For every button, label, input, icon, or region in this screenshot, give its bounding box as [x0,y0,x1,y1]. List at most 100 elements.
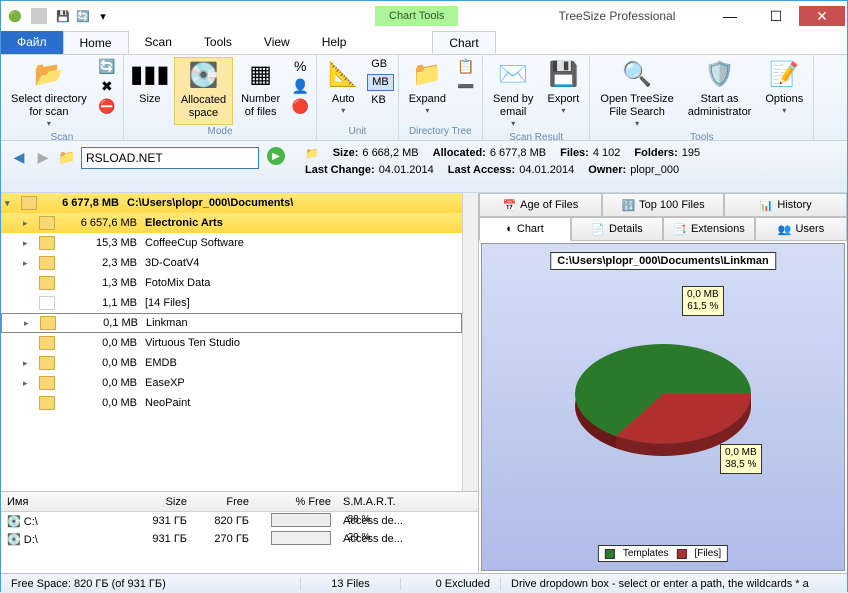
save-icon: 💾 [547,59,579,91]
nav-back-button[interactable]: ◀ [9,147,29,167]
tree-row[interactable]: ▸0,1 MBLinkman [1,313,462,333]
mode-allocated-button[interactable]: 💽Allocated space [174,57,233,125]
folder-open-icon: 📂 [33,59,65,91]
path-input[interactable] [81,147,259,169]
export-button[interactable]: 💾Export [541,57,585,131]
mode-percent-button[interactable]: % [288,57,312,75]
tree-size: 0,0 MB [59,337,145,349]
directory-tree[interactable]: ▾6 677,8 MBC:\Users\plopr_000\Documents\… [1,193,462,491]
subtab-details[interactable]: 📄Details [571,217,663,241]
mode-misc-button[interactable]: 🔴 [288,97,312,115]
col-free[interactable]: Free [193,496,255,508]
unit-mb-button[interactable]: MB [367,74,394,91]
start-admin-button[interactable]: 🛡️Start as administrator [682,57,758,131]
drive-row[interactable]: 💽 C:\931 ГБ820 ГБ88 %Access de... [1,512,478,530]
qat-refresh-icon[interactable]: 🔄 [75,8,91,24]
tree-name: EMDB [145,357,458,369]
legend-swatch-files [676,549,686,559]
tree-scrollbar[interactable] [462,193,478,491]
expand-button[interactable]: 📁Expand [403,57,452,125]
expand-toggle[interactable]: ▸ [23,378,35,389]
delete-icon: ✖ [99,78,115,94]
tab-help[interactable]: Help [306,31,363,54]
ext-icon: 📑 [673,223,687,236]
send-email-button[interactable]: ✉️Send by email [487,57,539,131]
expand-toggle[interactable]: ▾ [5,198,17,209]
stat-size-value: 6 668,2 MB [362,147,418,160]
tree-opt1-button[interactable]: 📋 [454,57,478,75]
tree-row[interactable]: 1,1 MB[14 Files] [1,293,462,313]
app-title: TreeSize Professional [558,9,675,23]
tab-file[interactable]: Файл [1,31,63,54]
tree-size: 0,0 MB [59,377,145,389]
tab-history[interactable]: 📊History [724,193,847,216]
tree-size: 1,1 MB [59,297,145,309]
calendar-icon: 📅 [502,199,516,212]
remove-scan-button[interactable]: ✖ [95,77,119,95]
stop-scan-button[interactable]: ⛔ [95,97,119,115]
col-size[interactable]: Size [131,496,193,508]
mode-number-button[interactable]: ▦Number of files [235,57,286,125]
nav-forward-button[interactable]: ▶ [33,147,53,167]
subtab-chart[interactable]: ◐Chart [479,217,571,241]
options-button[interactable]: 📝Options [759,57,809,131]
minimize-button[interactable]: — [707,6,753,26]
tree-row[interactable]: 1,3 MBFotoMix Data [1,273,462,293]
mode-owner-button[interactable]: 👤 [288,77,312,95]
unit-kb-button[interactable]: KB [367,93,394,108]
subtab-users[interactable]: 👥Users [755,217,847,241]
tree-row[interactable]: ▸0,0 MBEMDB [1,353,462,373]
left-pane: ▾6 677,8 MBC:\Users\plopr_000\Documents\… [1,193,479,573]
file-search-button[interactable]: 🔍Open TreeSize File Search [594,57,679,131]
bars-icon: ▮▮▮ [134,59,166,91]
tab-tools[interactable]: Tools [188,31,248,54]
tab-chart[interactable]: Chart [432,31,495,54]
refresh-scan-button[interactable]: 🔄 [95,57,119,75]
stat-size-label: Size: [333,147,359,160]
tree-row[interactable]: ▸15,3 MBCoffeeCup Software [1,233,462,253]
close-button[interactable]: ✕ [799,6,845,26]
tree-row[interactable]: ▸6 657,6 MBElectronic Arts [1,213,462,233]
legend-label-files: [Files] [694,548,721,559]
tree-opt2-button[interactable]: ➖ [454,77,478,95]
tree-row[interactable]: ▸ 2,3 MB3D-CoatV4 [1,253,462,273]
col-pfree[interactable]: % Free [255,496,337,508]
stat-owner-label: Owner: [588,164,626,176]
tree-row[interactable]: 0,0 MBVirtuous Ten Studio [1,333,462,353]
col-name[interactable]: Имя [1,496,131,508]
address-bar: ◀ ▶ 📁 ▶ 📁 Size: 6 668,2 MB Allocated: 6 … [1,141,847,193]
tree-name: 3D-CoatV4 [145,257,458,269]
tab-top-100[interactable]: 🔢Top 100 Files [602,193,725,216]
expand-toggle[interactable]: ▸ [24,318,36,329]
maximize-button[interactable]: ☐ [753,6,799,26]
tree-size: 6 677,8 MB [41,197,127,209]
expand-toggle[interactable]: ▸ [23,358,35,369]
nav-up-button[interactable]: 📁 [57,147,77,167]
tab-scan[interactable]: Scan [129,31,188,54]
users-icon: 👥 [778,223,792,236]
tree-row[interactable]: ▾6 677,8 MBC:\Users\plopr_000\Documents\ [1,193,462,213]
collapse-icon: ➖ [458,78,474,94]
stat-lastaccess-label: Last Access: [448,164,515,176]
tree-size: 6 657,6 MB [59,217,145,229]
tab-age-of-files[interactable]: 📅Age of Files [479,193,602,216]
subtab-extensions[interactable]: 📑Extensions [663,217,755,241]
tree-row[interactable]: ▸0,0 MBEaseXP [1,373,462,393]
stat-lastaccess-value: 04.01.2014 [519,164,574,176]
select-directory-button[interactable]: 📂 Select directory for scan [5,57,93,131]
mode-size-button[interactable]: ▮▮▮Size [128,57,172,125]
tree-row[interactable]: 0,0 MBNeoPaint [1,393,462,413]
drive-row[interactable]: 💽 D:\931 ГБ270 ГБ29 %Access de... [1,530,478,548]
tab-home[interactable]: Home [63,31,129,54]
tab-view[interactable]: View [248,31,306,54]
unit-gb-button[interactable]: GB [367,57,394,72]
go-button[interactable]: ▶ [267,147,285,165]
qat-save-icon[interactable]: 💾 [55,8,71,24]
col-smart[interactable]: S.M.A.R.T. [337,496,417,508]
qat-dropdown-icon[interactable]: ▾ [95,8,111,24]
expand-toggle[interactable]: ▸ [23,258,35,269]
expand-toggle[interactable]: ▸ [23,238,35,249]
unit-auto-button[interactable]: 📐Auto [321,57,365,125]
tree-size: 2,3 MB [59,257,145,269]
expand-toggle[interactable]: ▸ [23,218,35,229]
